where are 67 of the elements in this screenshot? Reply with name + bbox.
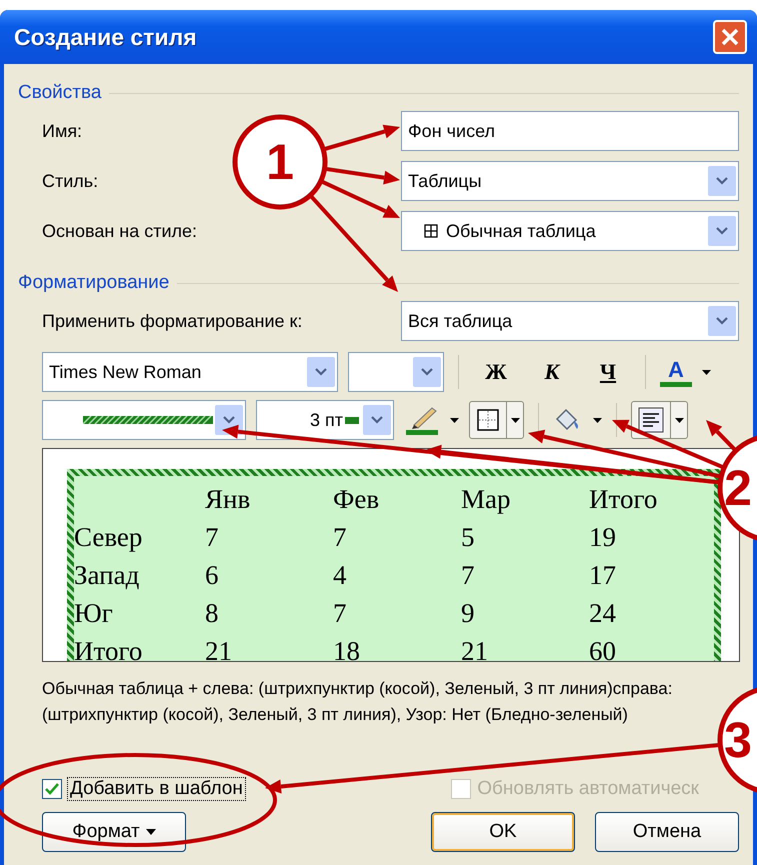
field-label: Имя: (42, 120, 82, 142)
format-button[interactable]: Ж (473, 359, 519, 385)
align-left-icon (638, 407, 664, 433)
caret-icon[interactable] (510, 418, 520, 422)
table-cell-text: Мар (461, 484, 512, 514)
table-cell-text: 4 (333, 560, 348, 590)
table-cell-text: 7 (461, 560, 476, 590)
table-cell-text: Итого (74, 636, 144, 661)
dropdown[interactable]: Вся таблица (401, 301, 739, 341)
table-cell-text: Фев (333, 484, 380, 514)
table-cell-text: Итого (589, 484, 658, 514)
caret-icon[interactable] (674, 418, 684, 422)
table-cell-text: 21 (461, 636, 489, 661)
dropdown[interactable]: Обычная таблица (401, 211, 739, 251)
table-cell-text: 24 (589, 598, 617, 628)
borders-icon (476, 408, 500, 432)
format-button[interactable]: К (529, 359, 575, 385)
format-button[interactable]: Ч (585, 359, 631, 385)
align-button[interactable] (631, 401, 688, 439)
table-cell-text: 21 (205, 636, 233, 661)
table-cell-text: 19 (589, 522, 617, 552)
caret-icon[interactable] (450, 418, 459, 422)
dialog-button[interactable]: OK (431, 812, 575, 852)
table-cell-text: 8 (205, 598, 220, 628)
table-cell-text: 9 (461, 598, 476, 628)
menu-button[interactable]: Формат (42, 812, 186, 852)
line-style-dropdown[interactable] (42, 400, 246, 440)
caret-icon[interactable] (593, 418, 602, 422)
checkbox-option[interactable]: Добавить в шаблон (42, 778, 245, 800)
table-cell-text: 7 (205, 522, 220, 552)
font-color-button[interactable]: A (660, 358, 692, 386)
field-label: Стиль: (42, 170, 98, 192)
callout-number: 2 (724, 460, 752, 516)
table-cell-text: 5 (461, 522, 476, 552)
borders-button[interactable] (469, 401, 524, 439)
table-cell-text: 60 (589, 636, 617, 661)
table-cell-text: Север (74, 522, 144, 552)
callout-number: 1 (266, 134, 294, 190)
hatched-line-icon (83, 416, 213, 424)
close-button[interactable] (713, 20, 747, 54)
input-field[interactable]: Фон чисел (401, 111, 739, 151)
field-label: Основан на стиле: (42, 220, 198, 242)
table-cell-text: 7 (333, 522, 348, 552)
table-cell-text: Янв (205, 484, 252, 514)
checkbox[interactable] (42, 779, 62, 799)
table-cell-text: 7 (333, 598, 348, 628)
section-heading: Форматирование (18, 272, 170, 294)
style-description: Обычная таблица + слева: (штрихпунктир (косой), Зеленый, 3 пт линия)справа: (штрихпунктир (косой), Зеленый, 3 пт линия), Узор: Нет (Бледно-зеленый) (42, 678, 674, 726)
line-width-dropdown[interactable]: 3 пт (256, 400, 394, 440)
callout-number: 3 (724, 712, 752, 768)
table-cell-text: 18 (333, 636, 361, 661)
caret-icon[interactable] (702, 370, 711, 374)
font-size-dropdown[interactable] (348, 352, 444, 392)
pen-icon[interactable] (404, 405, 440, 435)
table-icon (424, 224, 438, 238)
section-heading: Свойства (18, 82, 102, 104)
field-label: Применить форматирование к: (42, 310, 302, 332)
dropdown[interactable]: Таблицы (401, 161, 739, 201)
dialog-button[interactable]: Отмена (595, 812, 739, 852)
table-cell-text: Юг (74, 598, 114, 628)
font-dropdown[interactable]: Times New Roman (42, 352, 338, 392)
table-cell-text: Запад (74, 560, 140, 590)
close-icon (719, 26, 741, 48)
table-cell-text: 6 (205, 560, 220, 590)
window-title: Создание стиля (14, 24, 197, 50)
caret-icon (146, 829, 156, 835)
table-cell-text: 17 (589, 560, 617, 590)
